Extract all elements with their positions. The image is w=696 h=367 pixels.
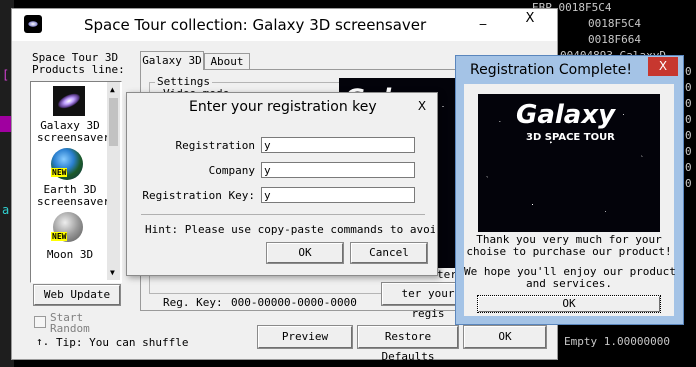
- background-glyph: [: [2, 68, 10, 82]
- reg-complete-close-button[interactable]: X: [648, 57, 678, 76]
- scrollbar-thumb[interactable]: [109, 98, 118, 146]
- web-update-button[interactable]: Web Update: [33, 284, 121, 306]
- new-badge: NEW: [51, 232, 68, 241]
- enjoy-text: We hope you'll enjoy our product and ser…: [464, 265, 676, 290]
- key-dialog-body: Registration y Company y Registration Ke…: [127, 121, 437, 275]
- background-glyph: a: [2, 203, 10, 217]
- registration-complete-dialog: Registration Complete! X Galaxy 3D SPACE…: [455, 55, 684, 325]
- reg-complete-title: Registration Complete!: [470, 62, 632, 78]
- start-random-checkbox[interactable]: [34, 316, 46, 328]
- key-dialog-titlebar[interactable]: Enter your registration key X: [127, 93, 437, 121]
- products-scrollbar[interactable]: ▲ ▼: [107, 82, 120, 280]
- hint-text: Hint: Please use copy-paste commands to …: [145, 223, 435, 236]
- registration-input[interactable]: y: [261, 137, 415, 153]
- product-label[interactable]: Galaxy 3D screensaver: [37, 120, 110, 144]
- products-header: Space Tour 3D Products line:: [32, 51, 125, 76]
- key-ok-button[interactable]: OK: [266, 242, 344, 264]
- tip-icon: ↑.: [36, 335, 50, 348]
- key-dialog-title: Enter your registration key: [189, 99, 377, 115]
- key-dialog-close-button[interactable]: X: [411, 97, 433, 115]
- logo-subtitle: 3D SPACE TOUR: [526, 132, 615, 143]
- scroll-up-icon[interactable]: ▲: [110, 85, 115, 94]
- app-icon: [24, 15, 42, 33]
- reg-key-value: 000-00000-0000-0000: [231, 296, 357, 309]
- main-titlebar[interactable]: Space Tour collection: Galaxy 3D screens…: [12, 9, 557, 41]
- ok-button[interactable]: OK: [463, 325, 547, 349]
- reg-complete-titlebar[interactable]: Registration Complete! X: [456, 56, 683, 84]
- registration-key-label: Registration Key:: [142, 189, 255, 202]
- tip-text: Tip: You can shuffle: [56, 336, 189, 349]
- registration-label: Registration: [175, 139, 255, 152]
- start-random-label: Start Random: [50, 311, 90, 335]
- reg-complete-body: Galaxy 3D SPACE TOUR Thank you very much…: [464, 84, 676, 316]
- galaxy-product-icon[interactable]: [53, 86, 85, 116]
- divider: [141, 214, 425, 215]
- registration-key-input[interactable]: y: [261, 187, 415, 203]
- restore-defaults-button[interactable]: Restore Defaults: [357, 325, 459, 363]
- thank-you-text: Thank you very much for your choise to p…: [466, 233, 672, 258]
- tab-about[interactable]: About: [204, 53, 250, 70]
- preview-button[interactable]: Preview: [257, 325, 353, 349]
- debugger-line: Empty 1.00000000: [564, 335, 670, 348]
- reg-key-label: Reg. Key:: [163, 296, 223, 309]
- reg-button-fragment[interactable]: ter: [437, 268, 457, 281]
- close-button[interactable]: X: [504, 9, 556, 31]
- company-input[interactable]: y: [261, 162, 415, 178]
- registration-key-dialog: Enter your registration key X Registrati…: [126, 92, 438, 276]
- product-label[interactable]: Moon 3D: [37, 248, 103, 261]
- logo-title: Galaxy: [516, 100, 616, 130]
- company-label: Company: [208, 164, 255, 177]
- scroll-down-icon[interactable]: ▼: [110, 268, 115, 277]
- key-cancel-button[interactable]: Cancel: [350, 242, 428, 264]
- galaxy-logo-image: Galaxy 3D SPACE TOUR: [478, 94, 660, 232]
- new-badge: NEW: [51, 168, 68, 177]
- tab-galaxy-3d[interactable]: Galaxy 3D: [140, 51, 204, 70]
- minimize-button[interactable]: _: [462, 9, 504, 31]
- main-window-title: Space Tour collection: Galaxy 3D screens…: [84, 16, 427, 34]
- products-list[interactable]: Galaxy 3D screensaver NEW Earth 3D scree…: [30, 81, 122, 283]
- reg-complete-ok-button[interactable]: OK: [477, 295, 661, 313]
- product-label[interactable]: Earth 3D screensaver: [37, 184, 110, 208]
